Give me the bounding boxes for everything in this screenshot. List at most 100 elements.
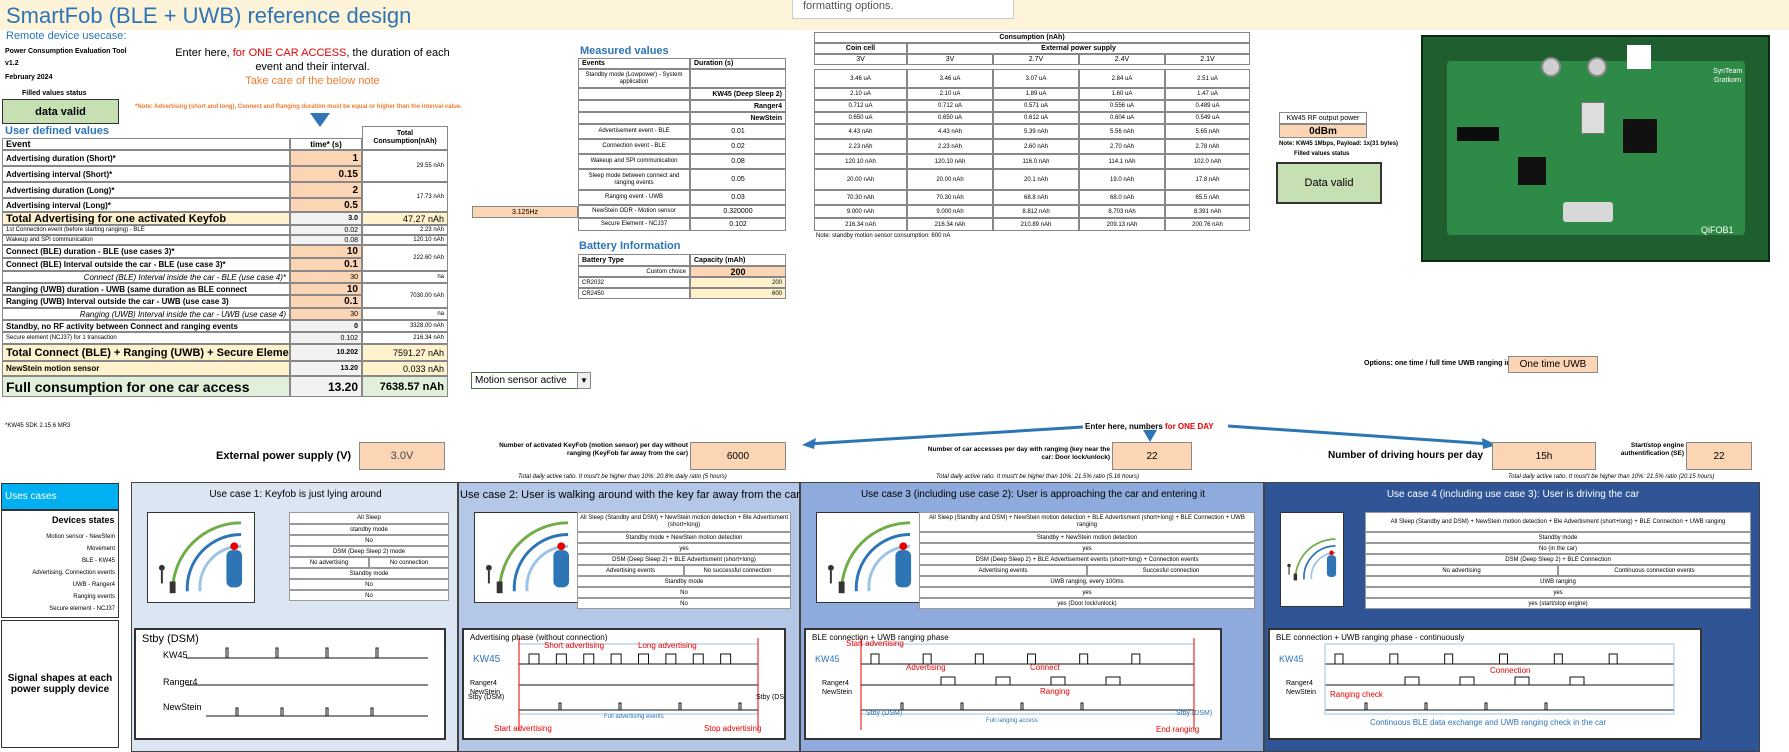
cons-voltage: 3V (907, 54, 993, 65)
measured-title: Measured values (580, 45, 669, 57)
accesses-ratio: Total daily active ratio. It must't be h… (936, 474, 1139, 480)
state-cell: All Sleep (Standby and DSM) + NewStein m… (577, 512, 791, 532)
tool-name: Power Consumption Evaluation Tool (5, 48, 127, 55)
meas-row-value: 0.102 (690, 218, 786, 231)
rf-data-valid-status: Data valid (1276, 162, 1382, 204)
signal-plot: BLE connection + UWB ranging phase - con… (1268, 628, 1702, 740)
state-cell: No advertising (1365, 565, 1558, 576)
cons-cell: 9.000 nAh (814, 205, 907, 218)
cons-cell: 2.78 nAh (1165, 139, 1250, 154)
instructions-text: Enter here, for ONE CAR ACCESS, the dura… (175, 46, 450, 88)
label-ranger4: Ranger4 (470, 680, 497, 687)
rf-output-value[interactable]: 0dBm (1279, 124, 1367, 138)
accesses-label: Number of car accesses per day with rang… (927, 446, 1110, 461)
udv-row-value[interactable]: 0.1 (290, 258, 362, 271)
motion-sensor-select[interactable]: Motion sensor active (471, 372, 581, 389)
car-key-illustration (485, 521, 570, 594)
udv-row-total: 2.23 nAh (362, 225, 448, 235)
udv-row-value[interactable]: 0.1 (290, 295, 362, 308)
meas-row-value: 0.03 (690, 190, 786, 205)
cons-cell: 200.76 nAh (1165, 218, 1250, 231)
udv-row-total: 7591.27 nAh (362, 344, 448, 361)
cons-voltage: 3V (814, 54, 907, 65)
usb-c-icon (1563, 202, 1613, 222)
cons-cell: 120.10 nAh (814, 154, 907, 169)
state-cell: yes (919, 587, 1255, 598)
newstein-pulse (558, 702, 562, 710)
tooltip-popup: formatting options. (792, 0, 1014, 19)
person-icon (827, 564, 834, 571)
accesses-ratio-val: 21.5% ratio (5.16 hours) (1074, 474, 1140, 480)
state-cell: No advertising (289, 557, 369, 568)
arrow-down-icon (310, 113, 330, 127)
udv-row-value[interactable]: 30 (290, 271, 362, 283)
state-cell: Advertising events (577, 565, 684, 576)
cons-cell: 3.46 uA (907, 69, 993, 88)
instr-line1: Enter here, (175, 47, 233, 59)
accesses-ratio-sub: Total daily active ratio. It must't be h… (936, 474, 1073, 480)
keyfob-ratio-val: 20.8% daily ratio (5 hours) (656, 474, 727, 480)
label-kw45: KW45 (473, 654, 501, 665)
pcb-brand: SynTeam Gratkorn (1713, 67, 1742, 85)
kw45-pulse (555, 653, 567, 664)
use-case-illustration (1280, 512, 1344, 607)
car-icon (553, 550, 570, 588)
use-case-title: Use case 3 (including use case 2): User … (860, 489, 1206, 500)
state-cell: All Sleep (289, 512, 449, 524)
udv-row-value[interactable]: 10 (290, 283, 362, 295)
pcb-brand-2: Gratkorn (1713, 77, 1742, 84)
accesses-value[interactable]: 22 (1112, 442, 1192, 470)
meas-row-value: KW45 (Deep Sleep 2) (690, 88, 786, 100)
label-end-ranging: End ranging (1156, 725, 1200, 734)
cons-cell: 0.571 uA (993, 100, 1079, 112)
batt-capacity[interactable]: 200 (690, 266, 786, 277)
alert-icon (1329, 550, 1334, 556)
udv-row-total: 222.60 nAh (362, 245, 448, 271)
cons-cell: 20.00 nAh (907, 169, 993, 190)
kw45-pulse (720, 653, 732, 664)
udv-row-value[interactable]: 0.5 (290, 198, 362, 212)
cons-cell: 20.00 nAh (814, 169, 907, 190)
meas-row-label (578, 100, 690, 112)
ext-supply-label: External power supply (V) (216, 450, 352, 462)
udv-row-value: 0 (290, 320, 362, 332)
car-key-illustration (1287, 538, 1337, 581)
udv-row-value[interactable]: 2 (290, 182, 362, 198)
cons-cell: 3.46 uA (814, 69, 907, 88)
udv-row-value[interactable]: 10 (290, 245, 362, 258)
udv-row-label: Advertising interval (Short)* (2, 166, 290, 182)
udv-col-time: time* (s) (290, 138, 362, 150)
label-ranger4: Ranger4 (163, 677, 198, 687)
keyfob-value[interactable]: 6000 (690, 442, 786, 470)
label-stby-dsm-right: Stby (DSM) (1176, 710, 1213, 717)
state-cell: Standby mode (1365, 532, 1751, 543)
engine-value[interactable]: 22 (1686, 442, 1752, 470)
use-case-1: Use case 1: Keyfob is just lying around … (131, 482, 458, 752)
kw45-pulse (692, 653, 704, 664)
use-case-4: Use case 4 (including use case 3): User … (1264, 482, 1760, 752)
options-value[interactable]: One time UWB (1508, 356, 1598, 373)
udv-row-value: 3.0 (290, 212, 362, 225)
car-icon (226, 550, 243, 588)
chevron-down-icon[interactable]: ▼ (577, 372, 591, 389)
car-key-illustration (158, 521, 243, 594)
device-state-row: Secure element - NCJ37 (49, 606, 115, 612)
kw45-pulse (1444, 653, 1454, 664)
car-icon (1326, 555, 1337, 578)
kw45-pulse (375, 647, 379, 658)
driving-value[interactable]: 15h (1492, 442, 1596, 470)
udv-row-value[interactable]: 1 (290, 150, 362, 166)
cons-voltage: 2.1V (1165, 54, 1250, 65)
pcb-code: QiFOB1 (1701, 225, 1734, 235)
key-icon (838, 581, 845, 594)
state-cell: No connection (369, 557, 449, 568)
udv-row-label: Ranging (UWB) Interval outside the car -… (2, 295, 290, 308)
instr-note: Take care of the below note (245, 75, 380, 87)
state-cell: yes (1365, 587, 1751, 598)
qr-code-icon (1627, 45, 1651, 69)
state-cell: No (577, 598, 791, 609)
udv-row-value[interactable]: 30 (290, 308, 362, 320)
ext-supply-value[interactable]: 3.0V (359, 442, 445, 470)
car-key-illustration (827, 521, 912, 594)
udv-row-value[interactable]: 0.15 (290, 166, 362, 182)
